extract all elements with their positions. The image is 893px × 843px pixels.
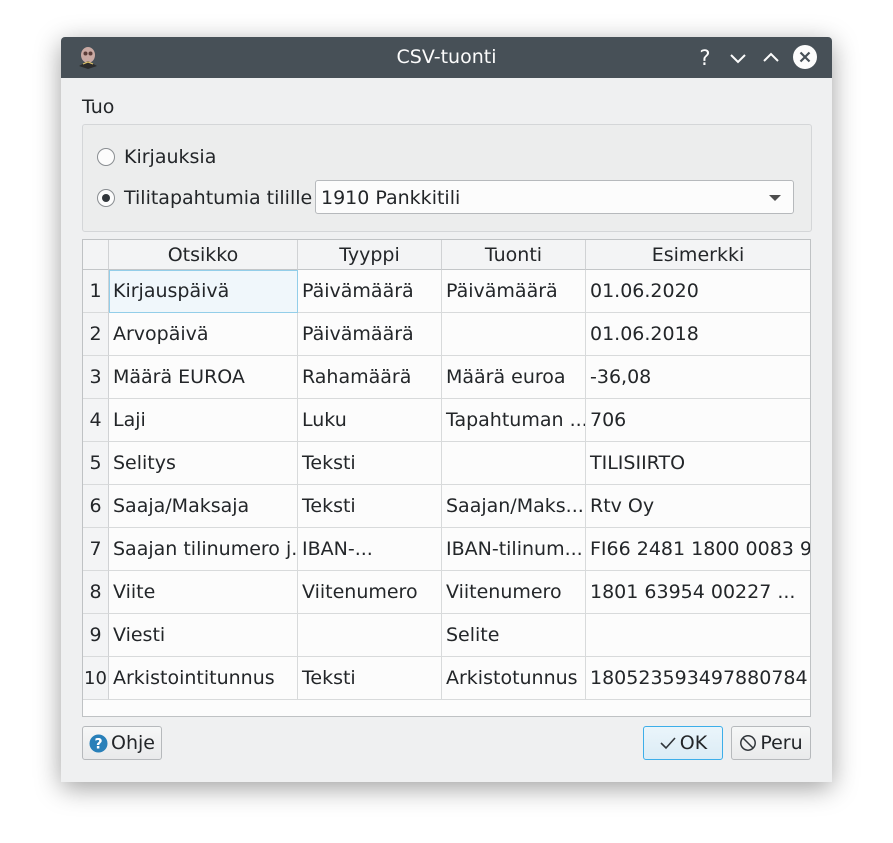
header-tuonti[interactable]: Tuonti [442,240,586,270]
row-header[interactable]: 9 [83,614,109,657]
minimize-button[interactable] [726,46,750,70]
cancel-icon [740,735,757,751]
row-header[interactable]: 2 [83,313,109,356]
row-header[interactable]: 8 [83,571,109,614]
table-cell-tyyppi[interactable]: Rahamäärä [298,356,442,399]
table-cell-otsikko[interactable]: Arvopäivä [109,313,298,356]
table-cell-tuonti[interactable]: IBAN-tilinum... [442,528,586,571]
radio-tilitapahtumia-label: Tilitapahtumia tilille [124,187,313,209]
header-otsikko[interactable]: Otsikko [109,240,298,270]
dialog-content: Tuo Kirjauksia Tilitapahtumia tilille 19… [61,78,832,782]
account-combobox-value: 1910 Pankkitili [321,187,461,209]
row-header[interactable]: 5 [83,442,109,485]
column-mapping-table[interactable]: Otsikko Tyyppi Tuonti Esimerkki 1 Kirjaus… [82,239,811,717]
table-cell-tyyppi[interactable]: Luku [298,399,442,442]
radio-tilitapahtumia[interactable]: Tilitapahtumia tilille [97,187,312,209]
table-cell-esimerkki[interactable]: Rtv Oy [586,485,810,528]
table-cell-tuonti[interactable]: Viitenumero [442,571,586,614]
table-cell-esimerkki[interactable] [586,614,810,657]
radio-kirjauksia-indicator[interactable] [97,148,115,166]
table-cell-esimerkki[interactable]: 01.06.2018 [586,313,810,356]
table-cell-tuonti[interactable]: Arkistotunnus [442,657,586,700]
help-titlebar-button[interactable]: ? [693,46,717,70]
table-cell-tuonti[interactable] [442,442,586,485]
table-cell-tuonti[interactable]: Päivämäärä [442,270,586,313]
table-cell-otsikko[interactable]: Arkistointitunnus [109,657,298,700]
close-button[interactable] [792,44,818,70]
import-group-label: Tuo [82,96,115,118]
row-header[interactable]: 3 [83,356,109,399]
radio-tilitapahtumia-indicator[interactable] [97,189,115,207]
table-cell-tyyppi[interactable]: Teksti [298,442,442,485]
table-cell-tuonti[interactable] [442,313,586,356]
table-cell-otsikko[interactable]: Laji [109,399,298,442]
help-button[interactable]: ? Ohje [82,726,162,760]
row-header[interactable]: 10 [83,657,109,700]
table-cell-otsikko[interactable]: Selitys [109,442,298,485]
table-cell-tyyppi[interactable]: Viitenumero [298,571,442,614]
help-button-label: Ohje [111,732,155,754]
radio-kirjauksia[interactable]: Kirjauksia [97,146,216,168]
row-header[interactable]: 7 [83,528,109,571]
ok-button[interactable]: OK [643,726,723,760]
header-tyyppi[interactable]: Tyyppi [298,240,442,270]
close-icon [793,45,817,69]
radio-kirjauksia-label: Kirjauksia [124,146,217,168]
maximize-icon [763,52,779,62]
svg-text:?: ? [94,736,102,752]
help-circle-icon: ? [89,734,108,752]
title-bar[interactable]: CSV-tuonti ? [61,37,832,78]
dropdown-arrow-icon [769,195,781,201]
ok-button-label: OK [679,732,708,754]
import-group: Kirjauksia Tilitapahtumia tilille 1910 P… [82,124,812,232]
table-cell-tyyppi[interactable]: Teksti [298,485,442,528]
table-cell-tyyppi[interactable] [298,614,442,657]
table-cell-esimerkki[interactable]: 706 [586,399,810,442]
help-icon: ? [699,46,711,70]
table-cell-esimerkki[interactable]: -36,08 [586,356,810,399]
table-cell-otsikko[interactable]: Saajan tilinumero j... [109,528,298,571]
account-combobox[interactable]: 1910 Pankkitili [315,180,794,214]
table-cell-tuonti[interactable]: Määrä euroa [442,356,586,399]
maximize-button[interactable] [759,46,783,70]
table-cell-otsikko[interactable]: Viesti [109,614,298,657]
cancel-button[interactable]: Peru [731,726,811,760]
table-cell-esimerkki[interactable]: 01.06.2020 [586,270,810,313]
table-cell-esimerkki[interactable]: 1801 63954 00227 ... [586,571,810,614]
table-cell-otsikko[interactable]: Saaja/Maksaja [109,485,298,528]
header-esimerkki[interactable]: Esimerkki [586,240,810,270]
cancel-button-label: Peru [760,732,803,754]
row-header[interactable]: 4 [83,399,109,442]
table-cell-esimerkki[interactable]: TILISIIRTO [586,442,810,485]
row-header[interactable]: 6 [83,485,109,528]
table-cell-tyyppi[interactable]: Päivämäärä [298,270,442,313]
table-cell-otsikko[interactable]: Viite [109,571,298,614]
table-cell-esimerkki[interactable]: FI66 2481 1800 0083 9... [586,528,810,571]
table-cell-tyyppi[interactable]: Päivämäärä [298,313,442,356]
row-header[interactable]: 1 [83,270,109,313]
table-cell-tuonti[interactable]: Selite [442,614,586,657]
table-cell-otsikko[interactable]: Kirjauspäivä [109,270,298,313]
table-cell-tyyppi[interactable]: Teksti [298,657,442,700]
table-cell-tyyppi[interactable]: IBAN-... [298,528,442,571]
checkmark-icon [660,737,676,750]
table-cell-tuonti[interactable]: Saajan/Maks... [442,485,586,528]
minimize-icon [730,54,746,64]
table-corner[interactable] [83,240,109,270]
table-cell-esimerkki[interactable]: 180523593497880784 [586,657,810,700]
table-cell-otsikko[interactable]: Määrä EUROA [109,356,298,399]
table-cell-tuonti[interactable]: Tapahtuman ... [442,399,586,442]
